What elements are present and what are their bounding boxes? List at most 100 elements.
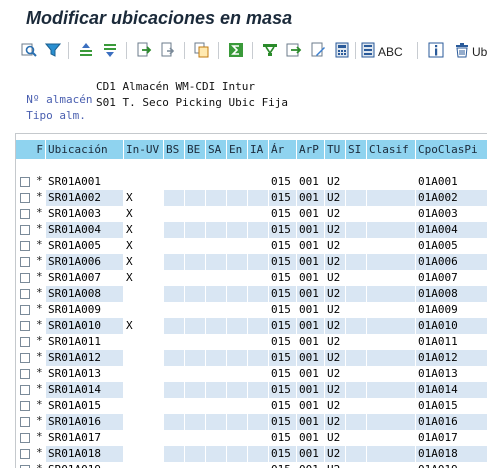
row-checkbox[interactable] (20, 241, 30, 251)
row-checkbox[interactable] (20, 273, 30, 283)
row-select-cell[interactable]: * (16, 190, 46, 206)
column-header-clasif[interactable]: Clasif (367, 140, 416, 159)
column-header-arp[interactable]: ArP (297, 140, 325, 159)
sum-icon[interactable] (227, 41, 245, 59)
row-select-cell[interactable]: * (16, 238, 46, 254)
row-checkbox[interactable] (20, 417, 30, 427)
row-select-cell[interactable]: * (16, 318, 46, 334)
edit-icon[interactable] (309, 41, 327, 59)
en-cell (227, 334, 248, 350)
table-row[interactable]: * SR01A013 015 001 U2 01A013 (16, 366, 487, 382)
abc-icon[interactable] (359, 41, 377, 59)
column-header-ia[interactable]: IA (248, 140, 269, 159)
column-header-be[interactable]: BE (185, 140, 206, 159)
import-icon[interactable] (159, 41, 177, 59)
table-row[interactable]: * SR01A001 015 001 U2 01A001 (16, 174, 487, 190)
in-uv-cell (124, 366, 164, 382)
row-select-cell[interactable]: * (16, 254, 46, 270)
table-row[interactable]: * SR01A012 015 001 U2 01A012 (16, 350, 487, 366)
column-header-cpoclaspi[interactable]: CpoClasPi (416, 140, 487, 159)
table-row[interactable]: * SR01A007 X 015 001 U2 01A007 (16, 270, 487, 286)
column-header-en[interactable]: En (227, 140, 248, 159)
trash-icon[interactable] (453, 41, 471, 59)
bs-cell (164, 334, 185, 350)
export-icon[interactable] (135, 41, 153, 59)
arp-cell: 001 (297, 430, 325, 446)
row-select-cell[interactable]: * (16, 446, 46, 462)
table-row[interactable]: * SR01A017 015 001 U2 01A017 (16, 430, 487, 446)
ub-label[interactable]: Ub (472, 45, 487, 59)
row-select-cell[interactable]: * (16, 206, 46, 222)
row-select-cell[interactable]: * (16, 222, 46, 238)
row-select-cell[interactable]: * (16, 350, 46, 366)
column-header-ar[interactable]: Ár (269, 140, 297, 159)
row-checkbox[interactable] (20, 177, 30, 187)
column-header-tu[interactable]: TU (325, 140, 346, 159)
cpoclaspi-cell: 01A003 (416, 206, 487, 222)
in-uv-cell (124, 334, 164, 350)
row-checkbox[interactable] (20, 337, 30, 347)
table-row[interactable]: * SR01A014 015 001 U2 01A014 (16, 382, 487, 398)
row-select-cell[interactable]: * (16, 270, 46, 286)
column-header-sa[interactable]: SA (206, 140, 227, 159)
table-row[interactable]: * SR01A008 015 001 U2 01A008 (16, 286, 487, 302)
row-checkbox[interactable] (20, 433, 30, 443)
row-checkbox[interactable] (20, 321, 30, 331)
be-cell (185, 174, 206, 190)
row-select-cell[interactable]: * (16, 286, 46, 302)
ar-cell: 015 (269, 206, 297, 222)
row-checkbox[interactable] (20, 449, 30, 459)
filter-icon[interactable] (44, 41, 62, 59)
arp-cell: 001 (297, 318, 325, 334)
in-uv-cell: X (124, 206, 164, 222)
row-checkbox[interactable] (20, 385, 30, 395)
table-row[interactable]: * SR01A015 015 001 U2 01A015 (16, 398, 487, 414)
row-checkbox[interactable] (20, 289, 30, 299)
table-row[interactable]: * SR01A011 015 001 U2 01A011 (16, 334, 487, 350)
calculator-icon[interactable] (333, 41, 351, 59)
row-flag: * (36, 414, 43, 427)
row-checkbox[interactable] (20, 401, 30, 411)
table-row[interactable]: * SR01A010 X 015 001 U2 01A010 (16, 318, 487, 334)
table-row[interactable]: * SR01A002 X 015 001 U2 01A002 (16, 190, 487, 206)
row-select-cell[interactable]: * (16, 302, 46, 318)
row-select-cell[interactable]: * (16, 430, 46, 446)
row-select-cell[interactable]: * (16, 334, 46, 350)
row-checkbox[interactable] (20, 225, 30, 235)
abc-label[interactable]: ABC (378, 45, 403, 59)
row-checkbox[interactable] (20, 353, 30, 363)
info-icon[interactable] (427, 41, 445, 59)
row-select-cell[interactable]: * (16, 414, 46, 430)
column-header-ubicacion[interactable]: Ubicación (46, 140, 124, 159)
table-row[interactable]: * SR01A018 015 001 U2 01A018 (16, 446, 487, 462)
table-row[interactable]: * SR01A005 X 015 001 U2 01A005 (16, 238, 487, 254)
en-cell (227, 382, 248, 398)
table-row[interactable]: * SR01A004 X 015 001 U2 01A004 (16, 222, 487, 238)
table-row[interactable]: *SR01A019 015001U2 01A019 (16, 462, 487, 468)
row-select-cell[interactable]: * (16, 366, 46, 382)
row-select-cell[interactable]: * (16, 382, 46, 398)
sort-ascending-icon[interactable] (77, 41, 95, 59)
copy-icon[interactable] (193, 41, 211, 59)
layout-icon[interactable] (261, 41, 279, 59)
row-checkbox[interactable] (20, 193, 30, 203)
row-select-cell[interactable]: * (16, 462, 46, 468)
column-header-in-uv[interactable]: In-UV (124, 140, 164, 159)
sort-descending-icon[interactable] (101, 41, 119, 59)
column-header-f[interactable]: F (16, 140, 46, 159)
transfer-icon[interactable] (285, 41, 303, 59)
row-checkbox[interactable] (20, 305, 30, 315)
row-checkbox[interactable] (20, 257, 30, 267)
table-row[interactable]: * SR01A006 X 015 001 U2 01A006 (16, 254, 487, 270)
find-icon[interactable] (20, 41, 38, 59)
table-row[interactable]: * SR01A016 015 001 U2 01A016 (16, 414, 487, 430)
row-select-cell[interactable]: * (16, 174, 46, 190)
almacen-value: CD1 Almacén WM-CDI Intur (96, 80, 255, 93)
column-header-si[interactable]: SI (346, 140, 367, 159)
row-select-cell[interactable]: * (16, 398, 46, 414)
table-row[interactable]: * SR01A003 X 015 001 U2 01A003 (16, 206, 487, 222)
table-row[interactable]: * SR01A009 015 001 U2 01A009 (16, 302, 487, 318)
row-checkbox[interactable] (20, 209, 30, 219)
column-header-bs[interactable]: BS (164, 140, 185, 159)
row-checkbox[interactable] (20, 369, 30, 379)
